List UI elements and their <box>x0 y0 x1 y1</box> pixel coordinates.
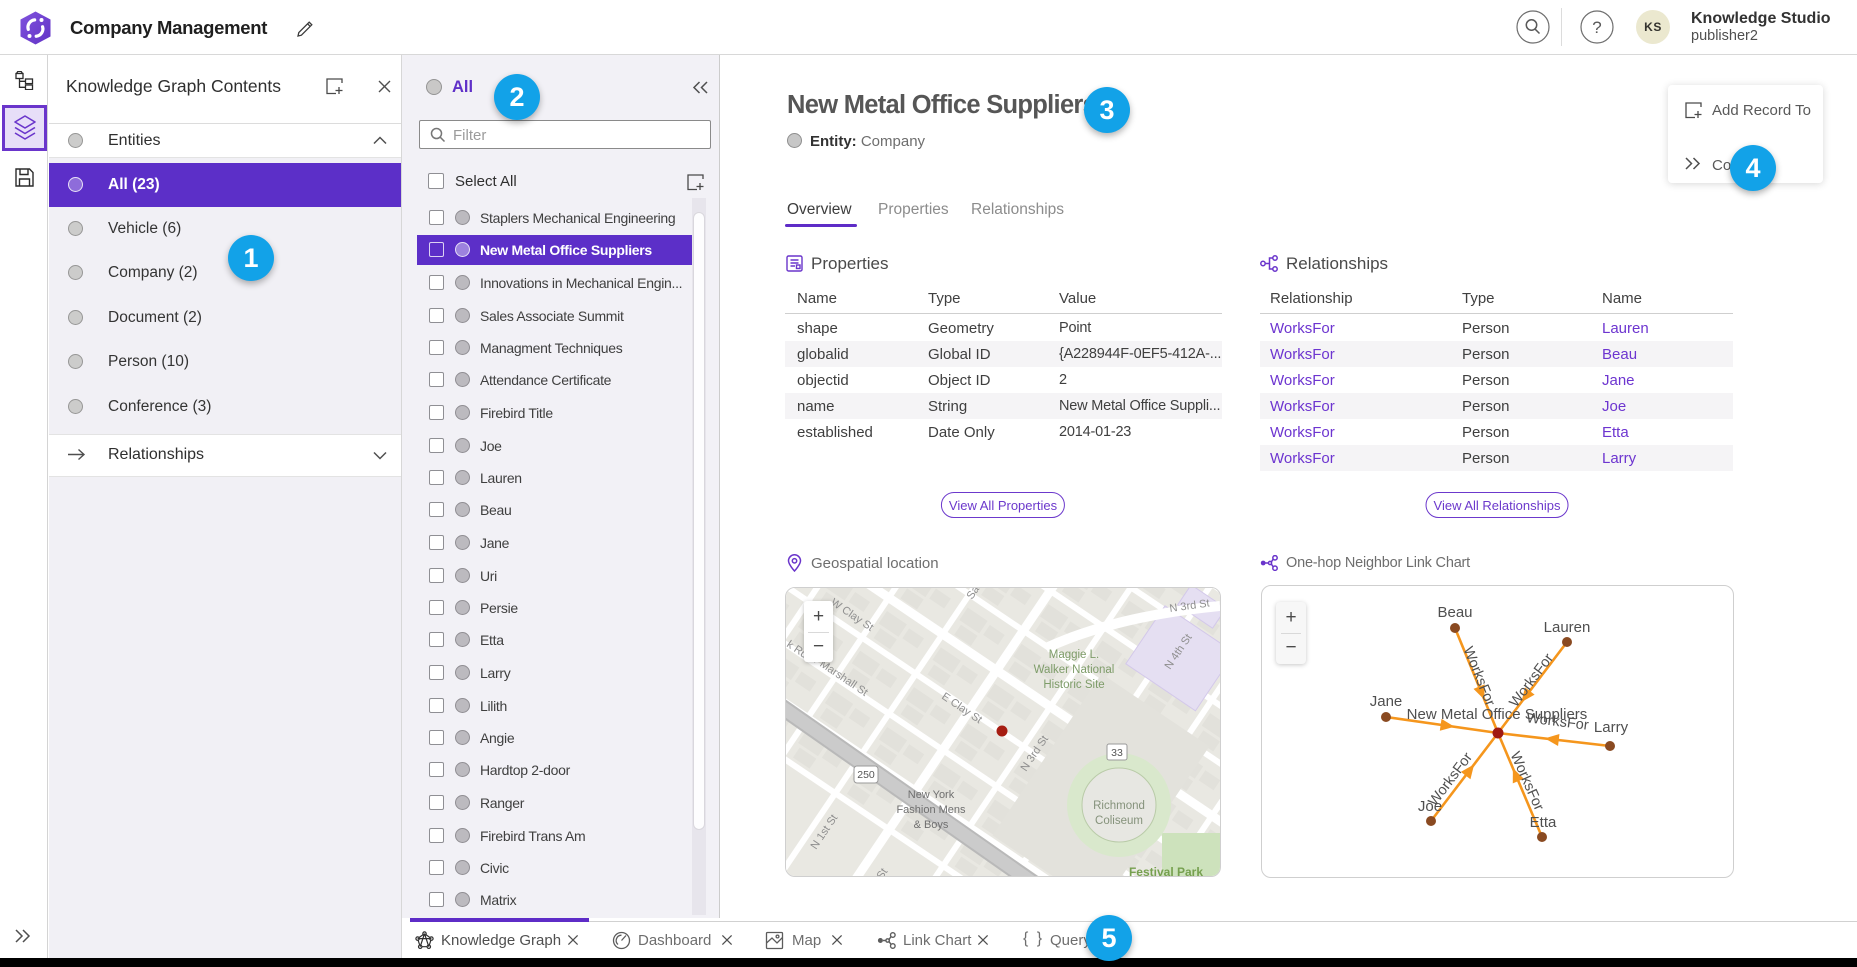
svg-text:Coliseum: Coliseum <box>1095 815 1143 827</box>
svg-text:Festival Park: Festival Park <box>1129 865 1203 876</box>
svg-text:WorksFor: WorksFor <box>1507 651 1558 711</box>
svg-text:New York: New York <box>908 789 955 801</box>
svg-text:WorksFor: WorksFor <box>1426 750 1477 810</box>
svg-text:Maggie L.: Maggie L. <box>1049 649 1100 661</box>
svg-text:& Boys: & Boys <box>914 819 949 831</box>
svg-text:250: 250 <box>857 769 875 781</box>
svg-text:Etta: Etta <box>1530 814 1557 831</box>
svg-text:Lauren: Lauren <box>1544 619 1591 636</box>
svg-text:Walker National: Walker National <box>1034 664 1115 676</box>
svg-text:WorksFor: WorksFor <box>1460 644 1498 708</box>
svg-text:Jane: Jane <box>1370 693 1403 710</box>
svg-text:Richmond: Richmond <box>1093 800 1145 812</box>
svg-text:Historic Site: Historic Site <box>1043 679 1104 691</box>
svg-text:Fashion Mens: Fashion Mens <box>896 804 966 816</box>
svg-text:?: ? <box>1592 18 1601 37</box>
svg-text:33: 33 <box>1111 747 1123 759</box>
svg-text:Larry: Larry <box>1594 719 1629 736</box>
svg-text:Beau: Beau <box>1437 604 1472 621</box>
